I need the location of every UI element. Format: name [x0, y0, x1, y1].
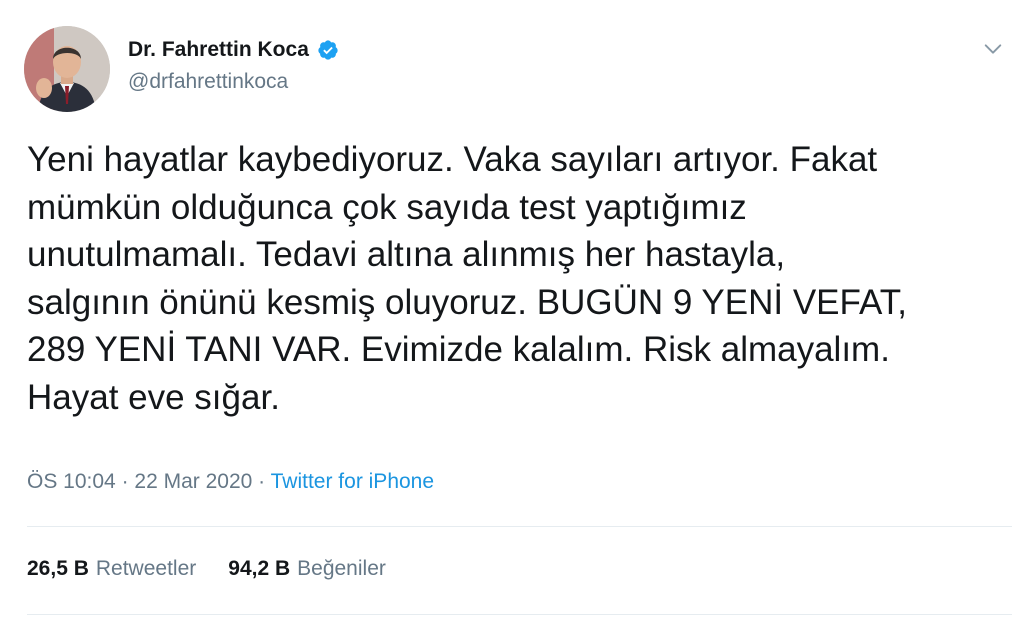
- display-name[interactable]: Dr. Fahrettin Koca: [128, 38, 309, 62]
- handle[interactable]: @drfahrettinkoca: [128, 70, 339, 94]
- chevron-down-icon[interactable]: [982, 38, 1004, 60]
- tweet-meta: ÖS 10:04 · 22 Mar 2020 · Twitter for iPh…: [27, 470, 434, 494]
- divider: [27, 614, 1012, 615]
- verified-badge-icon: [318, 40, 338, 60]
- tweet-date[interactable]: 22 Mar 2020: [134, 470, 252, 493]
- tweet-time[interactable]: ÖS 10:04: [27, 470, 116, 493]
- tweet-stats: 26,5 B Retweetler 94,2 B Beğeniler: [27, 557, 386, 581]
- likes-stat[interactable]: 94,2 B Beğeniler: [228, 557, 386, 581]
- retweets-count: 26,5 B: [27, 557, 89, 580]
- meta-separator: ·: [252, 470, 271, 493]
- avatar-photo-icon: [24, 26, 110, 112]
- divider: [27, 526, 1012, 527]
- retweets-stat[interactable]: 26,5 B Retweetler: [27, 557, 196, 581]
- meta-separator: ·: [115, 470, 135, 493]
- author-block: Dr. Fahrettin Koca @drfahrettinkoca: [128, 36, 339, 94]
- name-row: Dr. Fahrettin Koca: [128, 36, 339, 64]
- tweet-text: Yeni hayatlar kaybediyoruz. Vaka sayılar…: [27, 140, 907, 417]
- likes-count: 94,2 B: [228, 557, 291, 580]
- tweet-source-link[interactable]: Twitter for iPhone: [271, 470, 434, 493]
- retweets-label: Retweetler: [95, 557, 197, 580]
- likes-label: Beğeniler: [297, 557, 386, 580]
- tweet-card: Dr. Fahrettin Koca @drfahrettinkoca Yeni…: [0, 0, 1024, 619]
- avatar[interactable]: [24, 26, 110, 112]
